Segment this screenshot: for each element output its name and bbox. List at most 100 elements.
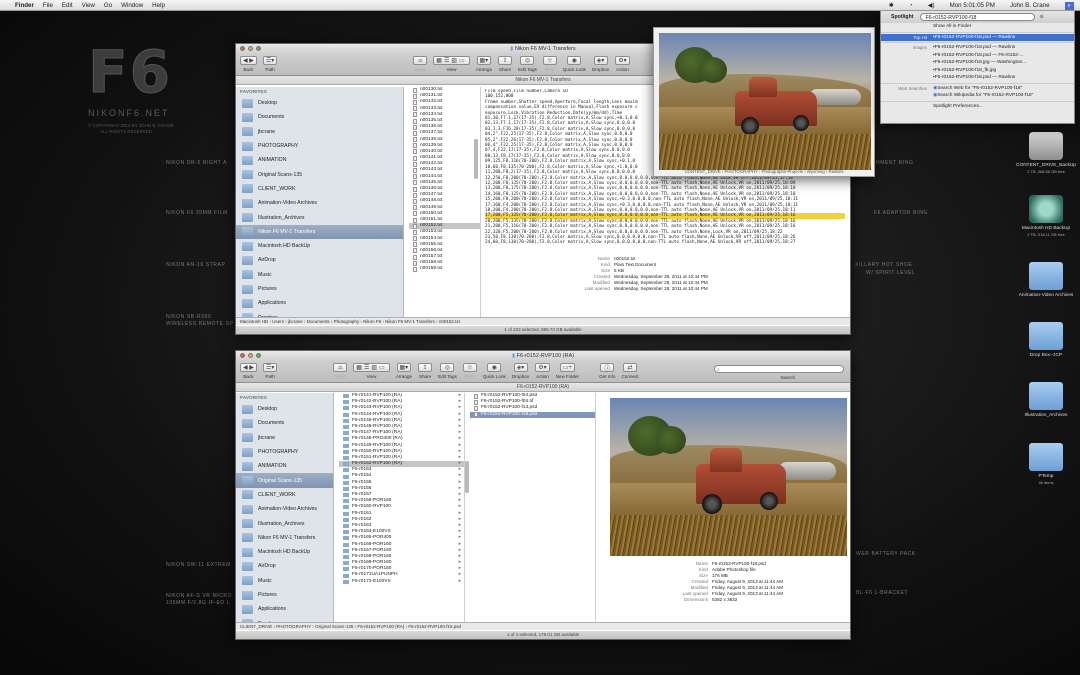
spotlight-image-result[interactable]: Images ▪ F6-r0152-RVP100-f18.psd — Rawlin… [881,44,1074,52]
sidebar-item-applications[interactable]: Applications [236,296,403,310]
scrollbar[interactable] [474,139,478,179]
sidebar-item-desktop[interactable]: Desktop [236,96,403,110]
sidebar-item-applications[interactable]: Applications [236,602,333,616]
path-segment[interactable]: Photography [334,319,360,324]
sidebar-item-nikon-f6-mv-1-transfers[interactable]: Nikon F6 MV-1 Transfers [236,531,333,545]
edit-tags-button[interactable]: ◎ Edit Tags [518,56,537,72]
sidebar-item-client-work[interactable]: CLIENT_WORK [236,488,333,502]
back-arrow-icon[interactable]: ◀ ▶ [240,56,257,65]
view-mode-icons[interactable]: ▦☰▥▭ [353,363,390,372]
burn-button[interactable]: ☢ Burn [542,56,557,72]
back-forward-control[interactable]: ◀ ▶ Back [240,363,257,379]
scrollbar[interactable] [465,461,469,493]
bluetooth-icon[interactable]: ✱ [889,2,894,9]
quick-look-button[interactable]: ◉ Quick Look [483,363,506,379]
sidebar-item-animation-video-archives[interactable]: Animation-Video Archives [236,502,333,516]
path-segment[interactable]: CLIENT_DRIVE [240,624,272,629]
quick-look-button[interactable]: ◉ Quick Look [563,56,586,72]
share-button[interactable]: ⇪ Share [418,363,433,379]
view-switcher[interactable]: ▦☰▥▭ View [433,56,470,72]
path-segment[interactable]: PHOTOGRAPHY [276,624,311,629]
sidebar-item-airdrop[interactable]: AirDrop [236,559,333,573]
spotlight-image-result[interactable]: ▪ F6-r0152-RVP100-f18_fb.jpg [881,67,1074,75]
menu-window[interactable]: Window [121,2,143,9]
volume-icon[interactable]: ◀) [928,2,935,9]
sidebar-item-animation-video-archives[interactable]: Animation-Video Archives [236,196,403,210]
desktop-icon-animation-video-archives[interactable]: Animation-Video Archives [1016,262,1076,299]
sidebar-item-jbcrane[interactable]: jbcrane [236,431,333,445]
menu-finder[interactable]: Finder [15,2,34,9]
spotlight-preferences[interactable]: Spotlight Preferences... [881,103,1074,111]
dropbox-button[interactable]: ◈▾ Dropbox [592,56,609,72]
close-button[interactable] [240,46,245,51]
sidebar-item-documents[interactable]: Documents [236,110,403,124]
spotlight-image-result[interactable]: ▪ F6-r0152-RVP100-f18.jpg — Washington..… [881,59,1074,67]
new-folder-button[interactable]: ▭+ New Folder [556,363,579,379]
view-switcher[interactable]: ▦☰▥▭ View [353,363,390,379]
wifi-icon[interactable]: ◔ [909,2,913,9]
zoom-button[interactable] [256,46,261,51]
menu-file[interactable]: File [43,2,53,9]
dropbox-button[interactable]: ◈▾ Dropbox [512,363,529,379]
menu-help[interactable]: Help [152,2,165,9]
sidebar-item-nikon-f6-mv-1-transfers[interactable]: Nikon F6 MV-1 Transfers [236,224,403,239]
sidebar-item-macintosh-hd-backup[interactable]: Macintosh HD BackUp [236,239,403,253]
path-segment[interactable]: Macintosh HD [240,319,268,324]
sidebar-item-airdrop[interactable]: AirDrop [236,253,403,267]
menu-view[interactable]: View [82,2,95,9]
spotlight-search-input[interactable]: F6-r0152-RVP100-f18 [920,12,1036,21]
top-hit-item[interactable]: Top Hit ▪ F6-r0152-RVP100-f18.psd — Rawli… [881,33,1074,41]
sidebar-item-illustration-archives[interactable]: Illustration_Archives [236,516,333,530]
path-segment[interactable]: Users [272,319,284,324]
arrange-button[interactable]: ▦▾ Arrange [396,363,412,379]
action-button[interactable]: ⚙▾ Action [615,56,630,72]
eject-button[interactable]: ⏏ Eject [413,56,428,72]
burn-button[interactable]: ☢ Burn [462,363,477,379]
path-segment[interactable]: n00152.txt [439,319,460,324]
spotlight-icon[interactable]: ⌕ [1064,1,1074,10]
path-button[interactable]: ☰▾ Path [262,363,278,379]
sidebar-item-macintosh-hd-backup[interactable]: Macintosh HD BackUp [236,545,333,559]
path-segment[interactable]: F6-r0152-RVP100 (RA) [357,624,404,629]
clear-icon[interactable]: ⊗ [1039,14,1043,20]
window-titlebar[interactable]: ▮ F6-r0152-RVP100 (RA) [236,351,850,361]
back-forward-control[interactable]: ◀ ▶ Back [240,56,257,72]
wikipedia-search-item[interactable]: ◉ Search Wikipedia for "F6-r0152-RVP100-… [881,92,1074,100]
sidebar-item-photography[interactable]: PHOTOGRAPHY [236,139,403,153]
sidebar-item-desktop[interactable]: Desktop [236,402,333,416]
menu-edit[interactable]: Edit [62,2,73,9]
sidebar-item-photography[interactable]: PHOTOGRAPHY [236,445,333,459]
share-button[interactable]: ⇪ Share [498,56,513,72]
zoom-button[interactable] [256,353,261,358]
path-segment[interactable]: Documents [307,319,330,324]
path-segment[interactable]: F6-r0152-RVP100-f18.psd [408,624,461,629]
clock[interactable]: Mon 5:01:05 PM [950,2,995,9]
arrange-button[interactable]: ▦▾ Arrange [476,56,492,72]
sidebar-item-pictures[interactable]: Pictures [236,588,333,602]
sidebar-item-original-scans-135[interactable]: Original Scans-135 [236,167,403,181]
sidebar-item-jbcrane[interactable]: jbcrane [236,125,403,139]
spotlight-image-result[interactable]: ▪ F6-r0152-RVP100-f18.psd — F6-r0152-... [881,52,1074,60]
sidebar-item-original-scans-135[interactable]: Original Scans-135 [236,473,333,488]
file-row[interactable]: F6-r0152-RVP100-f18.psd [470,411,595,418]
search-field[interactable]: ⌕ [714,365,844,373]
desktop-icon-ptemp[interactable]: PTemp 46 items [1016,443,1076,486]
action-button[interactable]: ⚙▾ Action [535,363,550,379]
path-segment[interactable]: Nikon F6 [363,319,381,324]
sidebar-item-documents[interactable]: Documents [236,416,333,430]
path-button[interactable]: ☰▾ Path [262,56,278,72]
eject-button[interactable]: ⏏ Eject [333,363,348,379]
connect-button[interactable]: ⇄ Connect [621,363,639,379]
file-row[interactable]: n00159.txt [409,266,480,273]
desktop-icon-macintosh-hd-backup[interactable]: Macintosh HD BackUp 2 TB, 318.11 GB free [1016,195,1076,238]
web-search-item[interactable]: Web Searches ◉ Search Web for "F6-r0152-R… [881,85,1074,93]
sidebar-item-client-work[interactable]: CLIENT_WORK [236,182,403,196]
show-all-in-finder[interactable]: Show All in Finder [881,23,1074,31]
user-name[interactable]: John B. Crane [1010,2,1050,9]
menu-go[interactable]: Go [104,2,112,9]
edit-tags-button[interactable]: ◎ Edit Tags [438,363,457,379]
view-mode-icons[interactable]: ▦☰▥▭ [433,56,470,65]
sidebar-item-animation[interactable]: ANIMATION [236,153,403,167]
sidebar-item-music[interactable]: Music [236,268,403,282]
minimize-button[interactable] [248,46,253,51]
